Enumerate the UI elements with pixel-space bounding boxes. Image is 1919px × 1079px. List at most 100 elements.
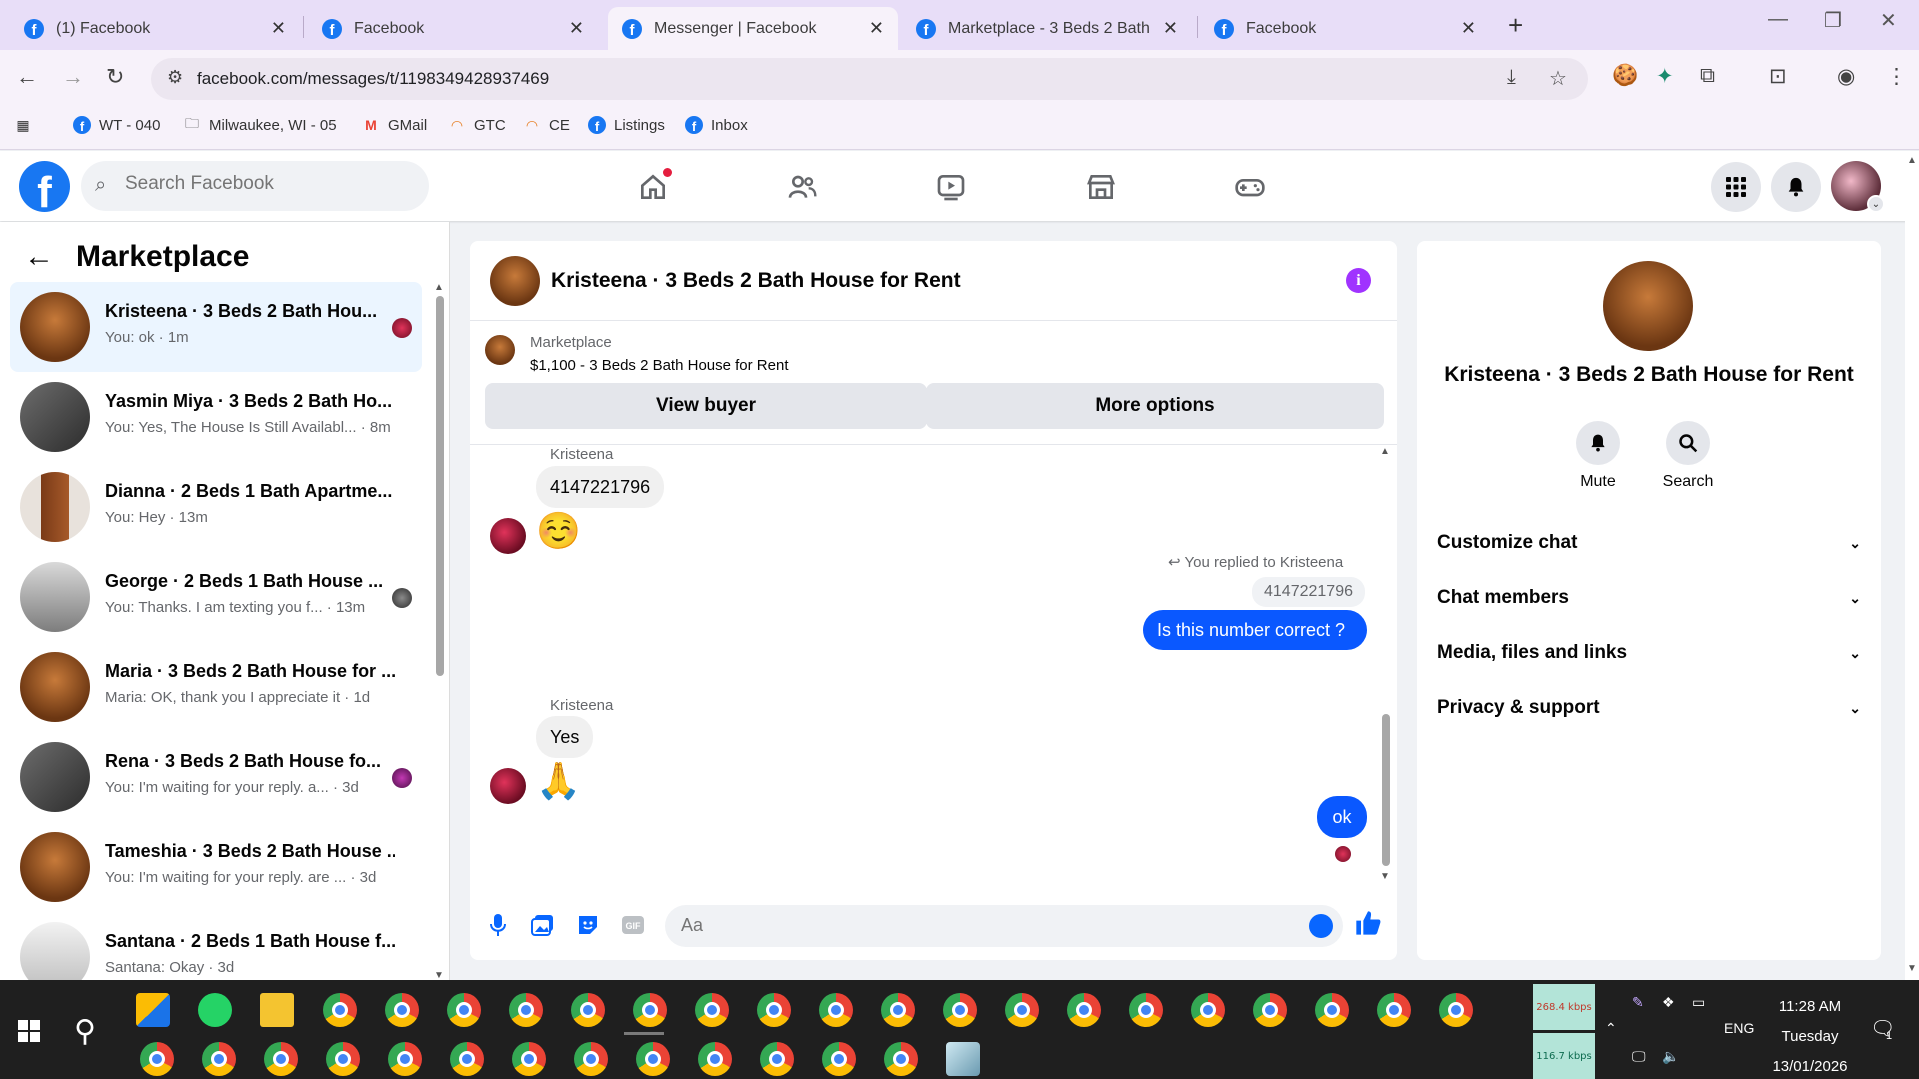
file-explorer-icon[interactable] [260, 993, 294, 1027]
bookmark-gtc[interactable]: ◠ GTC [448, 116, 506, 134]
chrome-icon[interactable] [636, 1042, 670, 1076]
chrome-icon[interactable] [512, 1042, 546, 1076]
extension-icon[interactable]: ✦ [1656, 64, 1674, 89]
reload-icon[interactable]: ↻ [106, 64, 124, 90]
scrollbar-thumb[interactable] [436, 296, 444, 676]
chrome-icon[interactable] [698, 1042, 732, 1076]
tab-search-icon[interactable]: ⊡ [1769, 64, 1787, 89]
restore-icon[interactable]: ❐ [1824, 8, 1842, 33]
customize-chat-section[interactable]: Customize chat ⌄ [1437, 523, 1861, 563]
chrome-icon[interactable] [633, 993, 667, 1027]
chrome-icon[interactable] [264, 1042, 298, 1076]
url-text[interactable]: facebook.com/messages/t/1198349428937469 [197, 69, 549, 89]
chrome-icon[interactable] [388, 1042, 422, 1076]
dropbox-icon[interactable]: ❖ [1662, 994, 1675, 1011]
more-options-button[interactable]: More options [926, 383, 1384, 429]
message-input-box[interactable] [665, 905, 1343, 947]
sticker-icon[interactable] [574, 911, 602, 939]
browser-tab[interactable]: f Marketplace - 3 Beds 2 Bath Ho ✕ [902, 7, 1192, 50]
browser-tab[interactable]: f (1) Facebook ✕ [10, 7, 300, 50]
chrome-icon[interactable] [323, 993, 357, 1027]
conversation-item[interactable]: Rena · 3 Beds 2 Bath House fo... You: I'… [10, 732, 422, 822]
sender-avatar[interactable] [490, 518, 526, 554]
chrome-icon[interactable] [884, 1042, 918, 1076]
bookmark-star-icon[interactable]: ☆ [1549, 66, 1567, 91]
media-files-links-section[interactable]: Media, files and links ⌄ [1437, 633, 1861, 673]
bookmark-gmail[interactable]: M GMail [362, 116, 427, 134]
scroll-down-icon[interactable]: ▼ [1380, 871, 1390, 882]
chrome-icon[interactable] [509, 993, 543, 1027]
view-buyer-button[interactable]: View buyer [485, 383, 927, 429]
install-app-icon[interactable]: ⤓ [1507, 66, 1516, 89]
menu-grid-icon[interactable] [1711, 162, 1761, 212]
bookmark-listings[interactable]: f Listings [588, 116, 665, 134]
conversation-item[interactable]: Kristeena · 3 Beds 2 Bath Hou... You: ok… [10, 282, 422, 372]
nav-marketplace-icon[interactable] [1078, 164, 1124, 210]
chrome-icon[interactable] [385, 993, 419, 1027]
chrome-icon[interactable] [571, 993, 605, 1027]
windows-start-icon[interactable] [18, 1020, 40, 1047]
chrome-icon[interactable] [1439, 993, 1473, 1027]
search-in-conversation-button[interactable]: Search [1648, 421, 1728, 491]
emoji-picker-icon[interactable] [1309, 914, 1333, 938]
chat-title[interactable]: Kristeena · 3 Beds 2 Bath House for Rent [551, 269, 961, 293]
facebook-logo-icon[interactable]: f [19, 161, 70, 212]
chrome-icon[interactable] [943, 993, 977, 1027]
sender-avatar[interactable] [490, 768, 526, 804]
back-arrow-icon[interactable]: ← [24, 240, 54, 274]
account-avatar[interactable]: ⌄ [1831, 161, 1885, 213]
chrome-icon[interactable] [822, 1042, 856, 1076]
chat-members-section[interactable]: Chat members ⌄ [1437, 578, 1861, 618]
search-icon[interactable]: ⚲ [74, 1014, 96, 1049]
quoted-reply[interactable]: 4147221796 [1252, 577, 1365, 607]
chrome-icon[interactable] [695, 993, 729, 1027]
bookmark-ce[interactable]: ◠ CE [523, 116, 570, 134]
tab-close-icon[interactable]: ✕ [1163, 18, 1178, 39]
browser-tab[interactable]: f Facebook ✕ [308, 7, 598, 50]
chrome-icon[interactable] [447, 993, 481, 1027]
whatsapp-icon[interactable] [198, 993, 232, 1027]
chrome-icon[interactable] [881, 993, 915, 1027]
message-input[interactable] [681, 915, 1281, 936]
new-tab-icon[interactable]: + [1508, 10, 1523, 41]
network-icon[interactable]: 🖵 [1632, 1048, 1646, 1065]
scroll-down-icon[interactable]: ▼ [1907, 963, 1917, 974]
mute-button[interactable]: Mute [1558, 421, 1638, 491]
outgoing-message[interactable]: ok [1317, 796, 1367, 838]
chat-avatar[interactable] [490, 256, 540, 306]
chrome-icon[interactable] [1067, 993, 1101, 1027]
tab-close-icon[interactable]: ✕ [569, 18, 584, 39]
chrome-icon[interactable] [1129, 993, 1163, 1027]
taskbar-app-icon[interactable] [946, 1042, 980, 1076]
sidebar-scrollbar[interactable]: ▲ ▼ [434, 282, 444, 982]
cookie-extension-icon[interactable]: 🍪 [1612, 64, 1638, 88]
browser-tab-active[interactable]: f Messenger | Facebook ✕ [608, 7, 898, 50]
browser-tab[interactable]: f Facebook ✕ [1200, 7, 1490, 50]
chrome-icon[interactable] [757, 993, 791, 1027]
bookmark-inbox[interactable]: f Inbox [685, 116, 748, 134]
chrome-icon[interactable] [1005, 993, 1039, 1027]
nav-friends-icon[interactable] [779, 164, 825, 210]
back-icon[interactable]: ← [16, 64, 38, 90]
menu-kebab-icon[interactable]: ⋮ [1886, 64, 1907, 89]
battery-icon[interactable]: ▭ [1692, 994, 1705, 1011]
incoming-emoji-message[interactable]: 🙏 [536, 760, 581, 802]
nav-gaming-icon[interactable] [1227, 164, 1273, 210]
conversation-item[interactable]: Yasmin Miya · 3 Beds 2 Bath Ho... You: Y… [10, 372, 422, 462]
chrome-icon[interactable] [202, 1042, 236, 1076]
chrome-icon[interactable] [1377, 993, 1411, 1027]
minimize-icon[interactable]: — [1768, 8, 1788, 31]
chrome-icon[interactable] [450, 1042, 484, 1076]
privacy-support-section[interactable]: Privacy & support ⌄ [1437, 688, 1861, 728]
photo-icon[interactable] [529, 911, 557, 939]
address-bar[interactable]: ⚙ facebook.com/messages/t/11983494289374… [151, 58, 1588, 100]
apps-grid-icon[interactable]: ▦ [14, 116, 40, 134]
conversation-item[interactable]: Santana · 2 Beds 1 Bath House f... Santa… [10, 912, 422, 982]
facebook-search-input[interactable] [125, 173, 415, 195]
conversation-item[interactable]: Tameshia · 3 Beds 2 Bath House ... You: … [10, 822, 422, 912]
show-hidden-icons-icon[interactable]: ⌃ [1605, 1020, 1617, 1037]
pen-icon[interactable]: ✎ [1632, 994, 1644, 1011]
scrollbar-thumb[interactable] [1382, 714, 1390, 866]
conversation-item[interactable]: Maria · 3 Beds 2 Bath House for ... Mari… [10, 642, 422, 732]
incoming-message[interactable]: 4147221796 [536, 466, 665, 508]
